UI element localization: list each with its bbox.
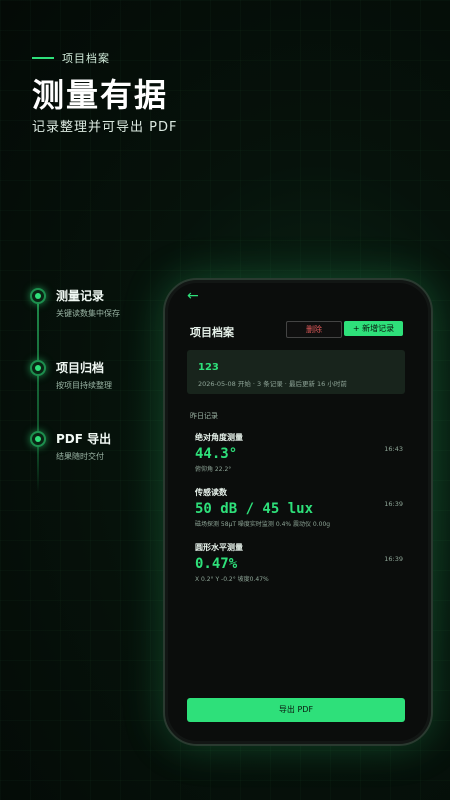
record-title: 传感读数: [195, 488, 227, 497]
record-item[interactable]: 圆形水平测量 0.47% X 0.2° Y -0.2° 坡度0.47% 16:3…: [195, 542, 409, 583]
feature-title: 测量记录: [56, 289, 105, 303]
eyebrow-line: [32, 57, 54, 59]
eyebrow-label: 项目档案: [62, 52, 110, 65]
record-detail: 磁场探测 58μT 噪度实时监测 0.4% 震动仪 0.00g: [195, 521, 331, 528]
feature-desc: 按项目持续整理: [56, 381, 112, 390]
feature-title: PDF 导出: [56, 432, 112, 446]
timeline-dot-icon: [30, 360, 46, 376]
subheadline: 记录整理并可导出 PDF: [32, 120, 178, 135]
record-detail: X 0.2° Y -0.2° 坡度0.47%: [195, 576, 269, 583]
page-title: 项目档案: [190, 326, 234, 339]
back-arrow-icon[interactable]: ←: [187, 288, 199, 304]
record-title: 绝对角度测量: [195, 433, 243, 442]
record-time: 16:39: [384, 555, 403, 563]
timeline-line: [37, 293, 39, 493]
feature-title: 项目归档: [56, 361, 105, 375]
record-value: 44.3°: [195, 446, 238, 462]
project-name: 123: [198, 362, 219, 373]
timeline-dot-icon: [30, 431, 46, 447]
export-pdf-button[interactable]: 导出 PDF: [187, 698, 405, 722]
record-value: 0.47%: [195, 556, 238, 572]
feature-list: 测量记录 关键读数集中保存 项目归档 按项目持续整理 PDF 导出 结果随时交付: [30, 285, 160, 495]
phone-mockup: ← 项目档案 删除 + 新增记录 123 2026-05-08 开始 · 3 条…: [163, 278, 433, 746]
record-detail: 俯仰角 22.2°: [195, 466, 232, 473]
feature-desc: 结果随时交付: [56, 452, 104, 461]
feature-item-archive: 项目归档 按项目持续整理: [30, 359, 112, 391]
record-title: 圆形水平测量: [195, 543, 243, 552]
eyebrow: 项目档案: [32, 50, 110, 66]
delete-button[interactable]: 删除: [286, 321, 342, 338]
project-card[interactable]: 123 2026-05-08 开始 · 3 条记录 · 最后更新 16 小时前: [187, 350, 405, 394]
record-time: 16:39: [384, 500, 403, 508]
feature-desc: 关键读数集中保存: [56, 309, 120, 318]
project-meta: 2026-05-08 开始 · 3 条记录 · 最后更新 16 小时前: [198, 380, 347, 388]
record-item[interactable]: 传感读数 50 dB / 45 lux 磁场探测 58μT 噪度实时监测 0.4…: [195, 487, 409, 528]
record-value: 50 dB / 45 lux: [195, 501, 314, 517]
feature-item-export: PDF 导出 结果随时交付: [30, 430, 111, 462]
record-time: 16:43: [384, 445, 403, 453]
add-record-button[interactable]: + 新增记录: [344, 321, 403, 336]
timeline-dot-icon: [30, 288, 46, 304]
feature-item-records: 测量记录 关键读数集中保存: [30, 287, 120, 319]
headline: 测量有据: [32, 76, 169, 114]
record-item[interactable]: 绝对角度测量 44.3° 俯仰角 22.2° 16:43: [195, 432, 409, 473]
section-label: 昨日记录: [190, 412, 218, 420]
